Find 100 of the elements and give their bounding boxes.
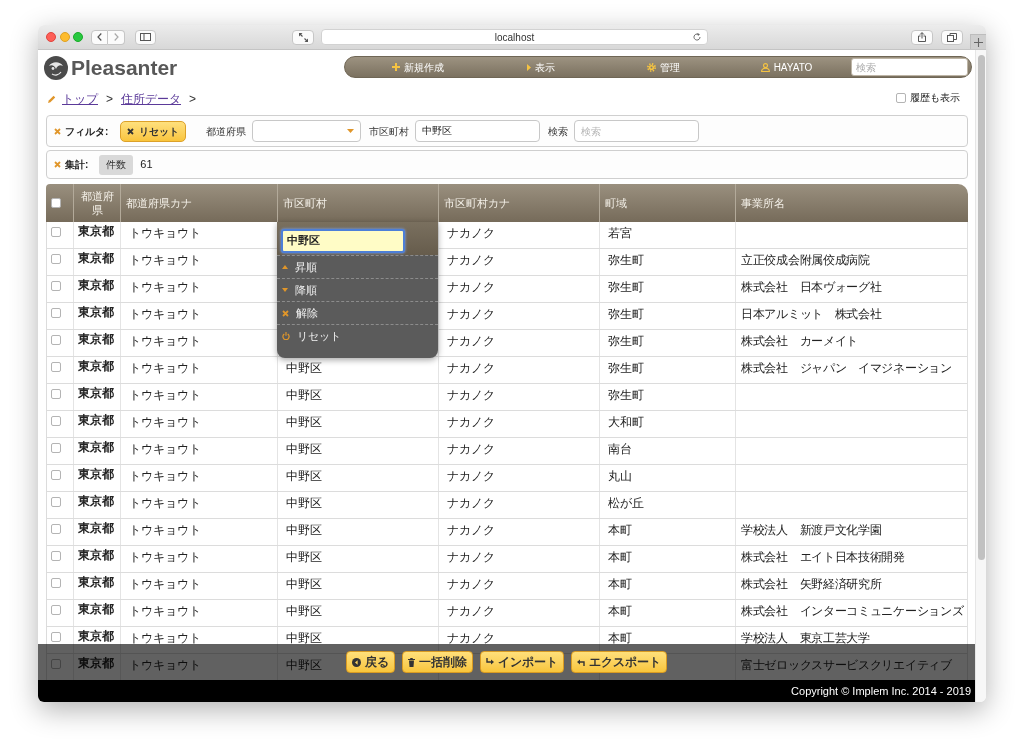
history-checkbox[interactable]	[896, 93, 906, 103]
table-cell: 東京都	[73, 249, 120, 275]
bulk-delete-button[interactable]: 一括削除	[402, 651, 473, 673]
table-cell: 東京都	[73, 465, 120, 491]
fullscreen-button[interactable]	[292, 29, 314, 45]
table-cell: 弥生町	[599, 357, 735, 383]
filter-title: フィルタ:	[65, 124, 109, 139]
column-header[interactable]: 都道府県	[73, 184, 120, 222]
field-label: 検索	[548, 124, 569, 139]
menu-item[interactable]: 昇順	[277, 255, 438, 278]
menu-item[interactable]: 降順	[277, 278, 438, 301]
plus-icon	[974, 37, 983, 47]
menu-item[interactable]: 解除	[277, 301, 438, 324]
row-checkbox[interactable]	[51, 443, 61, 453]
close-button[interactable]	[46, 32, 56, 42]
table-cell: 株式会社 矢野経済研究所	[735, 573, 967, 599]
row-checkbox[interactable]	[51, 632, 61, 642]
menu-item[interactable]: リセット	[277, 324, 438, 347]
row-checkbox[interactable]	[51, 389, 61, 399]
table-cell: 学校法人 新渡戸文化学園	[735, 519, 967, 545]
table-cell: 若宮	[599, 222, 735, 248]
table-cell: 中野区	[277, 600, 438, 626]
tabs-button[interactable]	[941, 29, 963, 45]
column-header[interactable]: 町域	[599, 184, 735, 222]
filter-input[interactable]: 中野区	[281, 228, 405, 253]
table-cell: 株式会社 カーメイト	[735, 330, 967, 356]
minimize-button[interactable]	[59, 32, 70, 42]
table-cell: 東京都	[73, 411, 120, 437]
person-icon	[760, 62, 770, 72]
search-field[interactable]: 検索	[851, 58, 968, 76]
table-cell: 中野区	[277, 573, 438, 599]
address-field[interactable]: localhost	[321, 29, 708, 45]
table-cell: 日本アルミット 株式会社	[735, 303, 967, 329]
breadcrumb-link[interactable]: トップ	[62, 91, 98, 107]
text-field[interactable]: 中野区	[415, 120, 541, 142]
table-cell: 中野区	[277, 465, 438, 491]
row-checkbox[interactable]	[51, 308, 61, 318]
row-checkbox[interactable]	[51, 362, 61, 372]
table-cell: 中野区	[277, 438, 438, 464]
new-tab-button[interactable]	[970, 34, 986, 49]
column-header[interactable]: 都道府県カナ	[120, 184, 277, 222]
dropdown-field[interactable]	[252, 120, 362, 142]
table-cell: 東京都	[73, 492, 120, 518]
logo-text[interactable]: Pleasanter	[71, 56, 178, 80]
row-checkbox[interactable]	[51, 416, 61, 426]
row-checkbox[interactable]	[51, 659, 61, 669]
cross-icon	[54, 161, 61, 168]
nav-menu-item[interactable]: 表示	[479, 57, 602, 77]
export-button[interactable]: エクスポート	[571, 651, 667, 673]
share-button[interactable]	[911, 29, 933, 45]
breadcrumb-link[interactable]: 住所データ	[121, 91, 181, 107]
back-button[interactable]: 戻る	[346, 651, 395, 673]
row-checkbox[interactable]	[51, 335, 61, 345]
table-cell: 東京都	[73, 276, 120, 302]
nav-menu-item[interactable]: 管理	[602, 57, 725, 77]
reset-button[interactable]: リセット	[120, 120, 187, 142]
zoom-button[interactable]	[73, 32, 83, 42]
table-cell: 東京都	[73, 627, 120, 653]
text-field[interactable]: 検索	[574, 120, 700, 142]
row-checkbox[interactable]	[51, 281, 61, 291]
row-checkbox[interactable]	[51, 497, 61, 507]
table-cell: トウキョウト	[120, 384, 277, 410]
table-cell: 東京都	[73, 600, 120, 626]
table-cell: 弥生町	[599, 384, 735, 410]
table-cell: ナカノク	[438, 384, 599, 410]
column-header[interactable]: 市区町村カナ	[438, 184, 599, 222]
triangle-up-icon	[282, 265, 288, 269]
row-checkbox[interactable]	[51, 524, 61, 534]
back-button[interactable]	[91, 29, 108, 45]
row-checkbox[interactable]	[51, 578, 61, 588]
row-checkbox[interactable]	[51, 227, 61, 237]
reload-icon	[693, 33, 701, 41]
row-checkbox[interactable]	[51, 551, 61, 561]
table-cell: 株式会社 ジャパン イマジネーション	[735, 357, 967, 383]
table-cell: ナカノク	[438, 600, 599, 626]
scrollbar-thumb[interactable]	[977, 55, 985, 560]
table-cell: 本町	[599, 600, 735, 626]
nav-menu-item[interactable]: HAYATO	[725, 57, 848, 77]
breadcrumb-separator: >	[106, 91, 113, 107]
gear-icon	[647, 62, 656, 72]
cross-icon	[54, 127, 61, 135]
forward-button[interactable]	[108, 29, 125, 45]
nav-menu-item[interactable]: 新規作成	[356, 57, 479, 77]
table-cell: トウキョウト	[120, 492, 277, 518]
aggregation-type-button[interactable]: 件数	[99, 154, 134, 175]
caret-down-icon	[347, 129, 355, 133]
select-all-checkbox[interactable]	[51, 198, 61, 208]
table-cell: 東京都	[73, 438, 120, 464]
cross-icon	[282, 309, 289, 317]
import-button[interactable]: インポート	[480, 651, 564, 673]
row-checkbox[interactable]	[51, 470, 61, 480]
table-cell: 東京都	[73, 357, 120, 383]
table-cell: 本町	[599, 519, 735, 545]
table-cell: トウキョウト	[120, 573, 277, 599]
sidebar-button[interactable]	[135, 29, 156, 45]
row-checkbox[interactable]	[51, 605, 61, 615]
row-checkbox[interactable]	[51, 254, 61, 264]
column-header[interactable]: 事業所名	[735, 184, 968, 222]
curved-arrow-icon	[577, 658, 585, 666]
table-cell: 東京都	[73, 546, 120, 572]
